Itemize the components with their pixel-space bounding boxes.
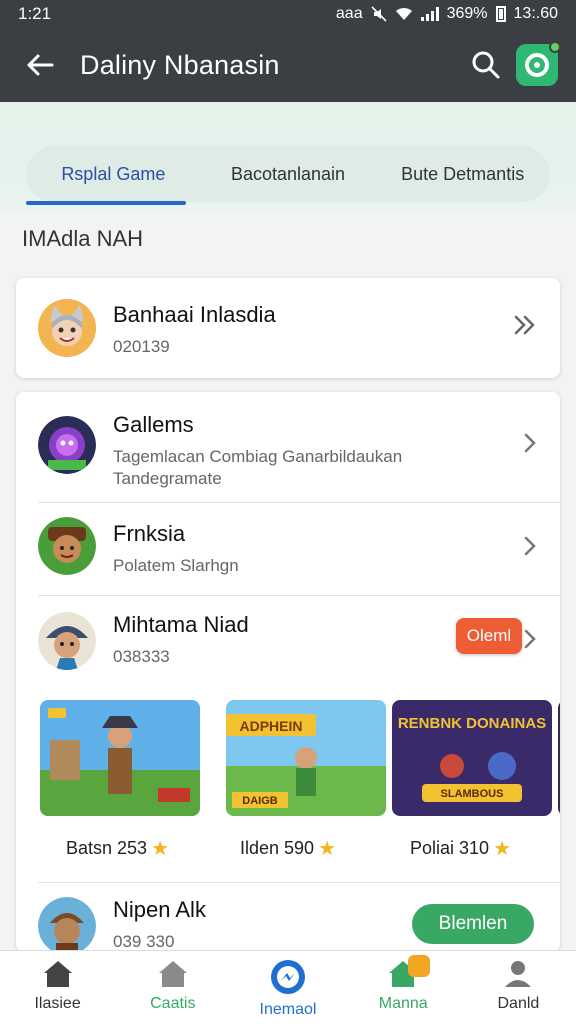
thumb-art-subtitle: DAIGB <box>242 795 278 807</box>
online-dot <box>549 41 561 53</box>
game-thumbnail[interactable]: RENBNK DONAINAS SLAMBOUS <box>392 700 552 816</box>
user-icon <box>505 961 532 987</box>
double-chevron-right-icon <box>512 312 538 344</box>
back-button[interactable] <box>0 28 80 102</box>
list-item-title: Mihtama Niad <box>113 612 249 637</box>
game-label: Ilden 590 ★ <box>240 838 337 860</box>
star-icon: ★ <box>318 838 337 860</box>
search-button[interactable] <box>456 28 516 102</box>
status-badge-button[interactable]: Oleml <box>456 618 522 654</box>
tab-bacotanlanain[interactable]: Bacotanlanain <box>201 146 376 202</box>
chevron-right-icon <box>522 626 538 658</box>
mute-icon <box>371 6 387 22</box>
nav-item-manna[interactable]: Manna <box>346 951 461 1024</box>
chevron-right-icon <box>522 533 538 565</box>
character-avatar-image <box>38 612 96 670</box>
avatar <box>38 416 96 474</box>
list-item[interactable]: Frnksia Polatem Slarhgn <box>16 503 560 595</box>
messenger-icon <box>271 960 305 994</box>
featured-title: Banhaai Inlasdia <box>113 302 276 327</box>
status-icons: aaa 369% 13:.60 <box>336 5 558 23</box>
thumbnail-labels: Batsn 253 ★ Ilden 590 ★ Poliai 310 ★ <box>16 836 560 866</box>
thumb-art-title: ADPHEIN <box>239 718 302 734</box>
game-thumbnail[interactable] <box>558 700 560 816</box>
list-item-text: Mihtama Niad 038333 <box>113 612 453 668</box>
section-title: IMAdla NAH <box>22 226 144 251</box>
list-item-subtitle: Polatem Slarhgn <box>113 556 239 575</box>
game-list-card: Gallems Tagemlacan Combiag Ganarbildauka… <box>16 392 560 955</box>
game-thumbnail[interactable] <box>40 700 200 816</box>
avatar <box>38 612 96 670</box>
status-bar: 1:21 aaa 369% 13:.60 <box>0 0 576 28</box>
character-avatar-image <box>38 517 96 575</box>
star-icon: ★ <box>493 838 511 860</box>
list-item-text: Gallems Tagemlacan Combiag Ganarbildauka… <box>113 412 453 490</box>
avatar <box>38 897 96 955</box>
list-item-text: Frnksia Polatem Slarhgn <box>113 521 453 577</box>
bottom-navigation: Ilasiee Caatis Inemaol Manna Danld <box>0 950 576 1024</box>
tabs-area: Rsplal Game Bacotanlanain Bute Detmantis <box>0 102 576 210</box>
active-tab-indicator <box>26 201 186 205</box>
character-avatar-image <box>38 299 96 357</box>
thumb-art-title: RENBNK DONAINAS <box>398 715 546 732</box>
nav-item-caatis[interactable]: Caatis <box>115 951 230 1024</box>
featured-subtitle: 020139 <box>113 337 170 356</box>
character-avatar-image <box>38 416 96 474</box>
nav-item-inemaol[interactable]: Inemaol <box>230 951 345 1024</box>
search-icon <box>472 51 500 79</box>
chevron-right-icon <box>522 430 538 462</box>
thumb-art-subtitle: SLAMBOUS <box>441 788 504 800</box>
app-bar: Daliny Nbanasin <box>0 28 576 102</box>
tab-bar: Rsplal Game Bacotanlanain Bute Detmantis <box>26 146 550 202</box>
wifi-icon <box>395 7 412 20</box>
character-avatar-image <box>38 897 96 955</box>
list-item[interactable]: Gallems Tagemlacan Combiag Ganarbildauka… <box>16 392 560 502</box>
list-item-text: Nipen Alk 039 330 <box>113 897 453 953</box>
notification-icons: aaa <box>335 5 363 22</box>
game-thumbnail[interactable]: ADPHEIN DAIGB <box>226 700 386 816</box>
signal-icon <box>420 7 439 21</box>
list-item-title: Nipen Alk <box>113 897 206 922</box>
action-button[interactable]: Blemlen <box>412 904 534 944</box>
target-icon <box>525 53 549 77</box>
list-item-subtitle: Tagemlacan Combiag Ganarbildaukan Tandeg… <box>113 447 403 488</box>
star-icon: ★ <box>151 838 169 860</box>
game-thumbnails: ADPHEIN DAIGB RENBNK DONAINAS SLAMBOUS <box>40 700 560 818</box>
list-item-title: Gallems <box>113 412 194 437</box>
avatar <box>38 517 96 575</box>
game-label: Batsn 253 ★ <box>66 838 169 860</box>
status-clock: 13:.60 <box>513 5 558 22</box>
tab-bute-detmantis[interactable]: Bute Detmantis <box>375 146 550 202</box>
list-item-title: Frnksia <box>113 521 186 546</box>
list-item-subtitle: 038333 <box>113 647 170 666</box>
nav-item-profile[interactable]: Danld <box>461 951 576 1024</box>
battery-icon <box>495 6 506 22</box>
featured-text: Banhaai Inlasdia 020139 <box>113 302 453 358</box>
battery-percent: 369% <box>446 5 488 22</box>
status-time: 1:21 <box>18 4 52 23</box>
notification-badge <box>407 955 430 977</box>
tab-rsplal-game[interactable]: Rsplal Game <box>26 146 201 202</box>
page-title: Daliny Nbanasin <box>80 49 280 80</box>
featured-card[interactable]: Banhaai Inlasdia 020139 <box>16 278 560 378</box>
home-icon <box>158 961 187 987</box>
home-icon <box>43 961 72 987</box>
profile-avatar-button[interactable] <box>516 41 561 86</box>
avatar <box>38 299 96 357</box>
game-label: Poliai 310 ★ <box>410 838 511 860</box>
arrow-left-icon <box>27 54 54 76</box>
nav-item-home[interactable]: Ilasiee <box>0 951 115 1024</box>
